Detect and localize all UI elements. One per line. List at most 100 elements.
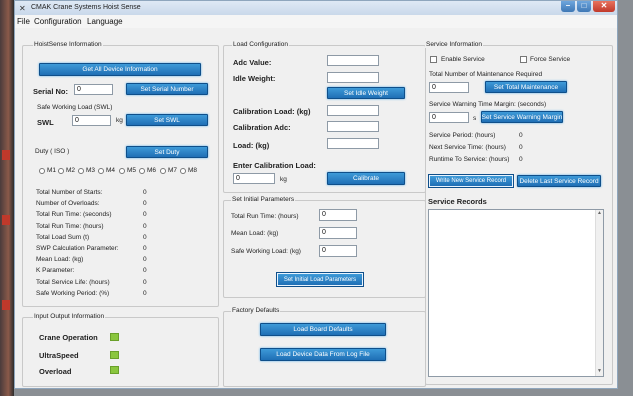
menu-file[interactable]: File	[17, 17, 30, 26]
set-serial-number-button[interactable]: Set Serial Number	[126, 83, 208, 95]
stat-value: 0	[143, 289, 147, 297]
duty-option-label: M4	[106, 167, 116, 174]
serial-input[interactable]: 0	[74, 84, 113, 95]
stat-label: Total Load Sum (t)	[36, 233, 90, 241]
service-records-scrollbar[interactable]: ▲ ▼	[595, 210, 603, 376]
runtime-to-service-label: Runtime To Service: (hours)	[429, 156, 510, 163]
get-all-device-info-button[interactable]: Get All Device Information	[39, 63, 201, 76]
load-log-file-button[interactable]: Load Device Data From Log File	[260, 348, 386, 361]
load-config-title: Load Configuration	[232, 41, 289, 48]
load-field	[327, 138, 379, 149]
set-idle-weight-button[interactable]: Set Idle Weight	[327, 87, 405, 99]
adc-value-label: Adc Value:	[233, 58, 272, 67]
stat-label: Total Service Life: (hours)	[36, 278, 110, 286]
title-bar: ✕ CMAK Crane Systems Hoist Sense – □ ✕	[15, 1, 617, 15]
duty-option-label: M5	[127, 167, 137, 174]
duty-radio-m5[interactable]	[119, 168, 125, 174]
force-service-label: Force Service	[530, 56, 571, 63]
duty-radio-m3[interactable]	[78, 168, 84, 174]
initial-run-time-input[interactable]: 0	[319, 209, 357, 221]
menu-configuration[interactable]: Configuration	[34, 17, 82, 26]
stat-value: 0	[143, 278, 147, 286]
background-mark	[2, 300, 10, 310]
warning-margin-label: Service Warning Time Margin: (seconds)	[429, 101, 547, 108]
background-strip	[0, 0, 14, 396]
menu-language[interactable]: Language	[87, 17, 123, 26]
idle-weight-label: Idle Weight:	[233, 74, 276, 83]
swl-caption: Safe Working Load (SWL)	[37, 104, 113, 111]
delete-last-service-record-button[interactable]: Delete Last Service Record	[517, 175, 601, 187]
force-service-checkbox[interactable]	[520, 56, 527, 63]
service-records-list[interactable]: ▲ ▼	[428, 209, 604, 377]
scroll-up-icon[interactable]: ▲	[596, 210, 603, 218]
stat-label: SWP Calculation Parameter:	[36, 245, 119, 252]
swl-unit: kg	[116, 117, 123, 124]
next-service-label: Next Service Time: (hours)	[429, 144, 506, 151]
background-mark	[2, 150, 10, 160]
initial-mean-load-input[interactable]: 0	[319, 227, 357, 239]
serial-label: Serial No:	[33, 87, 69, 96]
adc-value-field	[327, 55, 379, 66]
set-service-warning-margin-button[interactable]: Set Service Warning Margin	[481, 111, 563, 123]
service-panel-title: Service Information	[425, 41, 483, 48]
stat-value: 0	[143, 245, 147, 252]
next-service-value: 0	[519, 144, 523, 151]
overload-indicator	[110, 366, 119, 374]
close-button[interactable]: ✕	[593, 1, 615, 12]
stat-label: K Parameter:	[36, 267, 75, 275]
maintenance-label: Total Number of Maintenance Required	[429, 71, 543, 78]
enter-calibration-load-label: Enter Calibration Load:	[233, 161, 316, 170]
idle-weight-field[interactable]	[327, 72, 379, 83]
factory-defaults-title: Factory Defaults	[231, 307, 281, 314]
calibration-load-field	[327, 105, 379, 116]
io-panel-title: Input Output Information	[33, 313, 106, 320]
load-label: Load: (kg)	[233, 141, 270, 150]
maintenance-input[interactable]: 0	[429, 82, 469, 93]
maximize-button[interactable]: □	[577, 1, 591, 12]
stat-label: Safe Working Period: (%)	[36, 289, 110, 297]
swl-label: SWL	[37, 118, 54, 127]
stat-value: 0	[143, 200, 147, 208]
ultraspeed-indicator	[110, 351, 119, 359]
hoistsense-panel-title: HoistSense Information	[33, 41, 103, 48]
load-board-defaults-button[interactable]: Load Board Defaults	[260, 323, 386, 336]
scroll-down-icon[interactable]: ▼	[596, 368, 603, 376]
calibrate-button[interactable]: Calibrate	[327, 172, 405, 185]
set-total-maintenance-button[interactable]: Set Total Maintenance	[485, 81, 567, 93]
initial-swl-input[interactable]: 0	[319, 245, 357, 257]
enable-service-label: Enable Service	[441, 56, 485, 63]
enable-service-checkbox[interactable]	[430, 56, 437, 63]
stat-value: 0	[143, 222, 147, 230]
write-new-service-record-button[interactable]: Write New Service Record	[428, 174, 514, 188]
duty-radio-m6[interactable]	[139, 168, 145, 174]
set-initial-load-parameters-button[interactable]: Set Initial Load Parameters	[276, 272, 364, 287]
io-label-crane-operation: Crane Operation	[39, 333, 98, 342]
stat-label: Mean Load: (kg)	[36, 256, 84, 264]
stat-label: Total Run Time: (seconds)	[36, 211, 112, 219]
duty-radio-m1[interactable]	[39, 168, 45, 174]
duty-radio-m7[interactable]	[160, 168, 166, 174]
duty-radio-m8[interactable]	[180, 168, 186, 174]
calibration-adc-label: Calibration Adc:	[233, 123, 291, 132]
stat-label: Number of Overloads:	[36, 200, 100, 208]
duty-radio-m4[interactable]	[98, 168, 104, 174]
duty-radio-m2[interactable]	[58, 168, 64, 174]
warning-margin-input[interactable]: 0	[429, 112, 469, 123]
calibration-adc-field	[327, 121, 379, 132]
io-label-ultraspeed: UltraSpeed	[39, 351, 79, 360]
duty-option-label: M2	[66, 167, 76, 174]
initial-run-time-label: Total Run Time: (hours)	[231, 213, 299, 220]
enter-calibration-load-input[interactable]: 0	[233, 173, 275, 184]
duty-option-label: M6	[147, 167, 157, 174]
set-swl-button[interactable]: Set SWL	[126, 114, 208, 126]
stat-value: 0	[143, 189, 147, 196]
background-mark	[2, 215, 10, 225]
duty-label: Duty ( ISO )	[35, 148, 70, 155]
swl-input[interactable]: 0	[72, 115, 111, 126]
initial-mean-load-label: Mean Load: (kg)	[231, 230, 279, 237]
initial-params-title: Set Initial Parameters	[231, 196, 296, 203]
stat-label: Total Number of Starts:	[36, 189, 103, 196]
minimize-button[interactable]: –	[561, 1, 575, 12]
duty-option-label: M3	[86, 167, 96, 174]
set-duty-button[interactable]: Set Duty	[126, 146, 208, 158]
